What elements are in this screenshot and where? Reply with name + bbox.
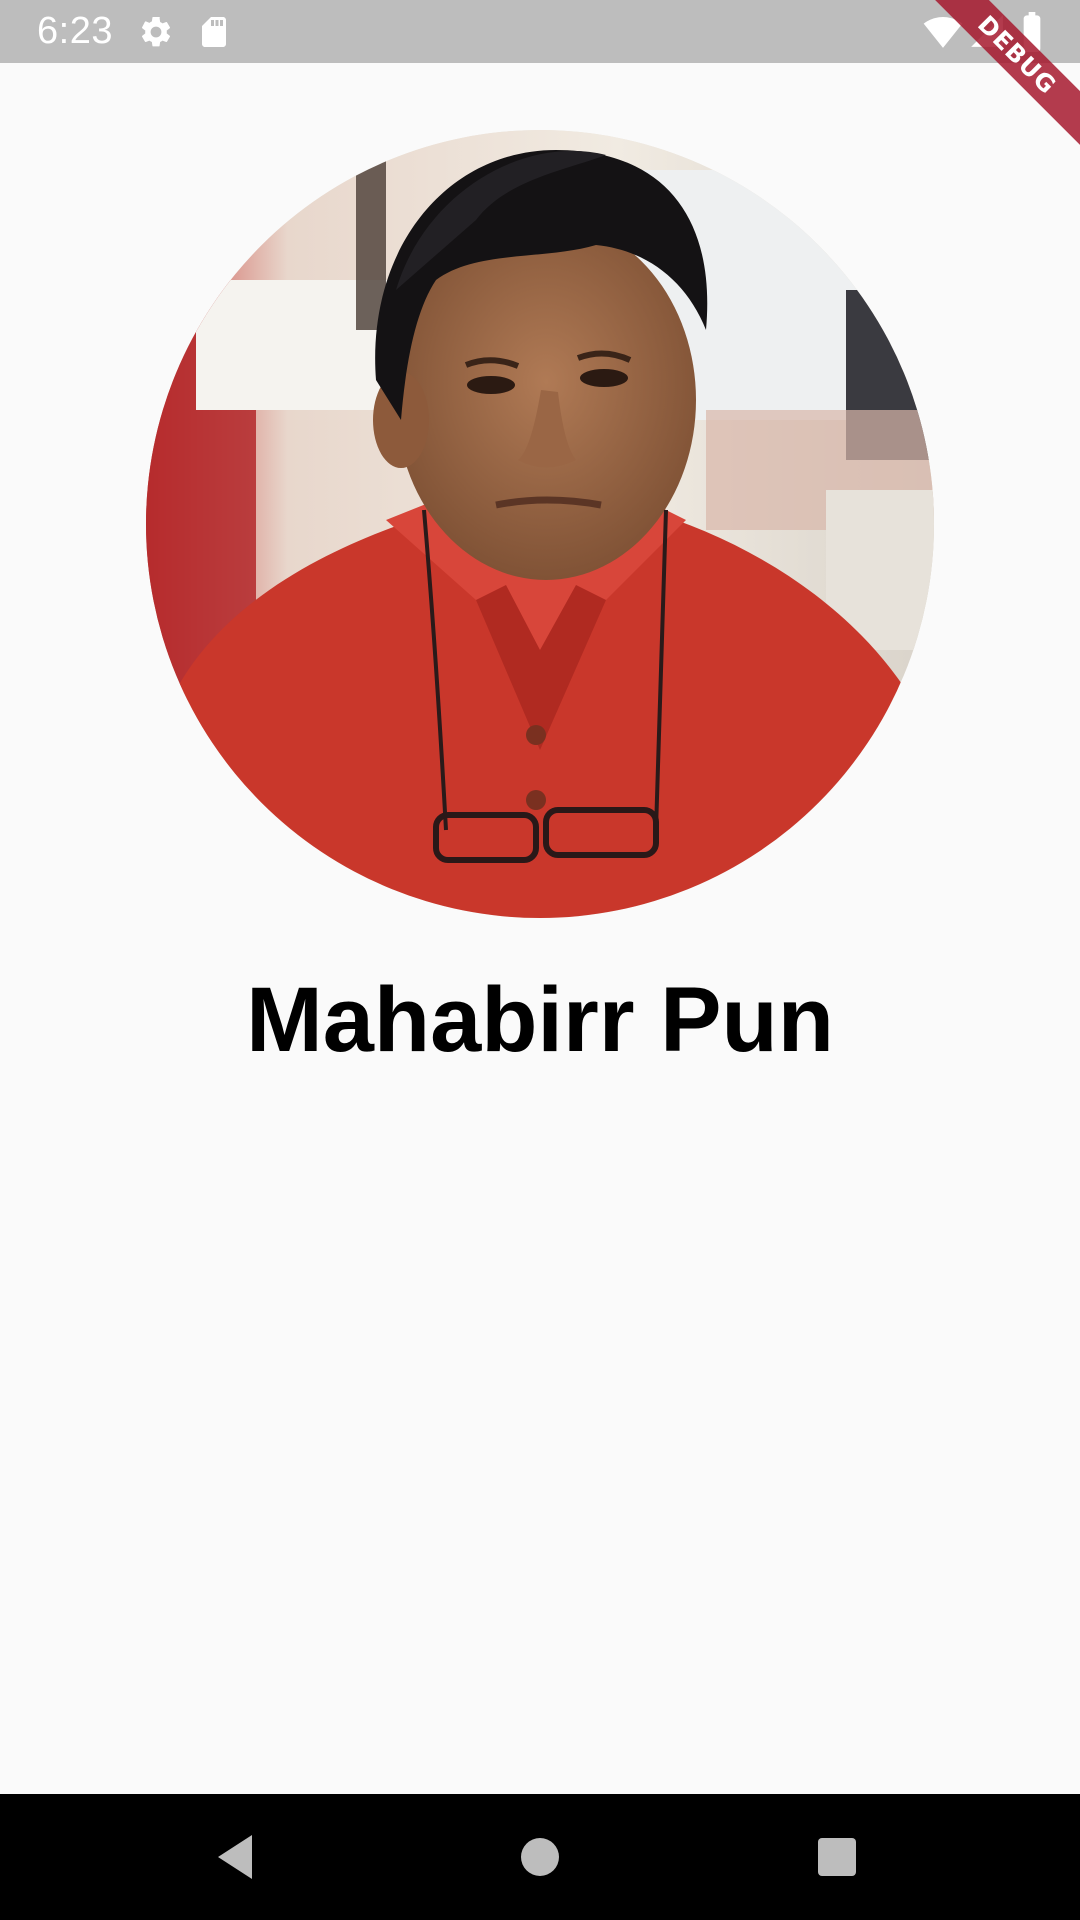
status-time: 6:23 bbox=[37, 10, 113, 52]
back-icon[interactable] bbox=[208, 1827, 268, 1887]
status-bar: 6:23 DEBUG bbox=[0, 0, 1080, 150]
profile-avatar bbox=[146, 130, 934, 918]
recents-icon[interactable] bbox=[807, 1827, 867, 1887]
gear-icon bbox=[138, 14, 174, 50]
app-screen: 6:23 DEBUG Mahabirr Pun bbox=[0, 0, 1080, 1920]
wifi-icon bbox=[922, 12, 964, 52]
home-icon[interactable] bbox=[510, 1827, 570, 1887]
navigation-bar bbox=[0, 1794, 1080, 1920]
sd-card-icon bbox=[196, 14, 232, 50]
battery-icon bbox=[1018, 12, 1046, 52]
person-photo bbox=[146, 130, 934, 918]
signal-icon bbox=[968, 12, 1006, 50]
profile-name: Mahabirr Pun bbox=[246, 969, 834, 1071]
